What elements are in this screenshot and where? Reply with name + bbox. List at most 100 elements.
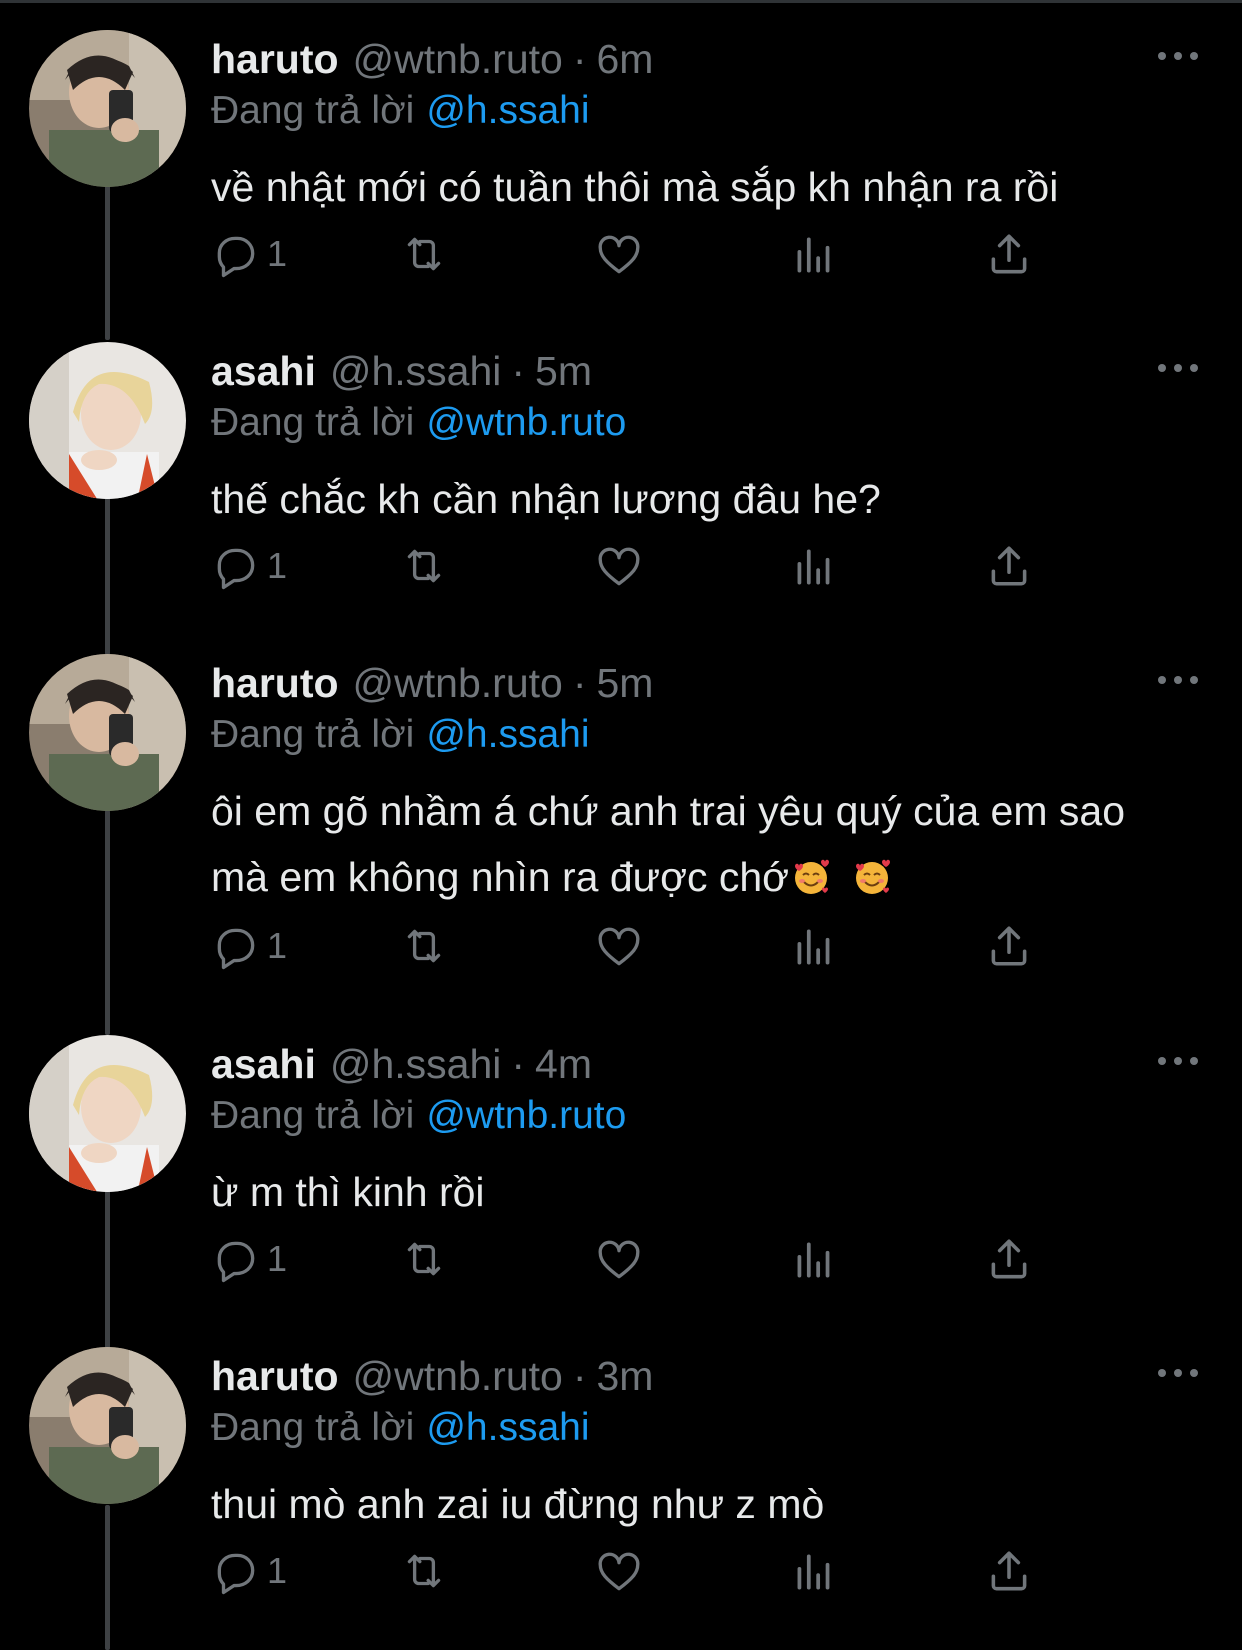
avatar-haruto[interactable] [29,1347,186,1504]
username[interactable]: @h.ssahi [330,1039,502,1089]
views-button[interactable] [789,536,839,596]
retweet-button[interactable] [399,224,449,284]
avatar-asahi[interactable] [29,1035,186,1192]
tweet-header: asahi @h.ssahi · 5m [211,346,592,396]
reply-button[interactable]: 1 [211,536,287,596]
reply-button[interactable]: 1 [211,1541,287,1601]
like-button[interactable] [594,1229,644,1289]
replying-to: Đang trả lời @h.ssahi [211,86,590,136]
display-name[interactable]: asahi [211,1039,316,1089]
more-icon[interactable] [1158,1053,1198,1069]
reply-icon [217,928,255,970]
share-button[interactable] [984,1541,1034,1601]
tweet[interactable]: asahi @h.ssahi · 4m Đang trả lời @wtnb.ru… [0,1035,1242,1347]
retweet-icon [407,549,441,583]
username[interactable]: @h.ssahi [330,346,502,396]
reply-count: 1 [267,1550,288,1591]
tweet-text: ôi em gõ nhầm á chứ anh trai yêu quý của… [211,778,1201,910]
reply-button[interactable]: 1 [211,916,287,976]
tweet-text: thế chắc kh cần nhận lương đâu he? [211,466,1201,532]
separator-dot: · [511,1041,526,1087]
like-button[interactable] [594,224,644,284]
mention-link[interactable]: @wtnb.ruto [426,1094,626,1137]
tweet-text-line-2: mà em không nhìn ra được chớ [211,844,1201,910]
tweet-text-line: về nhật mới có tuần thôi mà sắp kh nhận … [211,164,1059,210]
avatar-haruto[interactable] [29,30,186,187]
replying-to-label: Đang trả lời [211,401,415,444]
more-icon[interactable] [1158,360,1198,376]
mention-link[interactable]: @h.ssahi [426,1406,589,1449]
reply-icon [217,548,255,590]
share-button[interactable] [984,224,1034,284]
action-bar: 1 [211,1229,1091,1289]
reply-button[interactable]: 1 [211,1229,287,1289]
timestamp[interactable]: 4m [535,1039,592,1089]
display-name[interactable]: haruto [211,658,339,708]
timestamp[interactable]: 6m [596,34,653,84]
reply-count: 1 [267,545,288,586]
share-button[interactable] [984,536,1034,596]
share-icon [991,546,1027,586]
avatar-asahi[interactable] [29,342,186,499]
tweet[interactable]: haruto @wtnb.ruto · 6m Đang trả lời @h.ss… [0,30,1242,342]
share-button[interactable] [984,916,1034,976]
retweet-button[interactable] [399,1229,449,1289]
tweet-text: thui mò anh zai iu đừng như z mò [211,1471,1201,1537]
username[interactable]: @wtnb.ruto [353,34,563,84]
display-name[interactable]: haruto [211,1351,339,1401]
views-button[interactable] [789,1541,839,1601]
more-icon[interactable] [1158,672,1198,688]
like-icon [598,547,640,586]
reply-count: 1 [267,925,288,966]
timestamp[interactable]: 3m [596,1351,653,1401]
share-button[interactable] [984,1229,1034,1289]
retweet-button[interactable] [399,1541,449,1601]
tweet-text-line: thui mò anh zai iu đừng như z mò [211,1481,825,1527]
retweet-icon [407,1242,441,1276]
like-icon [598,235,640,274]
timestamp[interactable]: 5m [535,346,592,396]
tweet-text-line: thế chắc kh cần nhận lương đâu he? [211,476,881,522]
like-icon [598,927,640,966]
tweet-text-line: mà em không nhìn ra được chớ [211,854,790,900]
action-bar: 1 [211,916,1091,976]
share-icon [991,234,1027,274]
more-icon[interactable] [1158,48,1198,64]
replying-to: Đang trả lời @h.ssahi [211,710,590,760]
reply-icon [217,1241,255,1283]
replying-to-label: Đang trả lời [211,1406,415,1449]
views-icon [797,1242,830,1278]
more-icon[interactable] [1158,1365,1198,1381]
like-icon [598,1240,640,1279]
like-button[interactable] [594,536,644,596]
like-button[interactable] [594,1541,644,1601]
tweet-header: haruto @wtnb.ruto · 5m [211,658,653,708]
username[interactable]: @wtnb.ruto [353,1351,563,1401]
smiling-face-with-hearts-icon [856,859,891,894]
display-name[interactable]: haruto [211,34,339,84]
tweet[interactable]: haruto @wtnb.ruto · 3m Đang trả lời @h.ss… [0,1347,1242,1650]
mention-link[interactable]: @wtnb.ruto [426,401,626,444]
tweet-header: asahi @h.ssahi · 4m [211,1039,592,1089]
share-icon [991,1551,1027,1591]
username[interactable]: @wtnb.ruto [353,658,563,708]
share-icon [991,1239,1027,1279]
tweet-text: ừ m thì kinh rồi [211,1159,1201,1225]
like-button[interactable] [594,916,644,976]
tweet-text-line: ừ m thì kinh rồi [211,1169,485,1215]
display-name[interactable]: asahi [211,346,316,396]
tweet[interactable]: haruto @wtnb.ruto · 5m Đang trả lời @h.ss… [0,654,1242,1034]
retweet-icon [407,1554,441,1588]
reply-button[interactable]: 1 [211,224,287,284]
views-button[interactable] [789,916,839,976]
retweet-button[interactable] [399,536,449,596]
reply-count: 1 [267,233,288,274]
timestamp[interactable]: 5m [596,658,653,708]
tweet[interactable]: asahi @h.ssahi · 5m Đang trả lời @wtnb.ru… [0,342,1242,654]
avatar-haruto[interactable] [29,654,186,811]
mention-link[interactable]: @h.ssahi [426,713,589,756]
views-button[interactable] [789,1229,839,1289]
retweet-button[interactable] [399,916,449,976]
views-button[interactable] [789,224,839,284]
mention-link[interactable]: @h.ssahi [426,89,589,132]
